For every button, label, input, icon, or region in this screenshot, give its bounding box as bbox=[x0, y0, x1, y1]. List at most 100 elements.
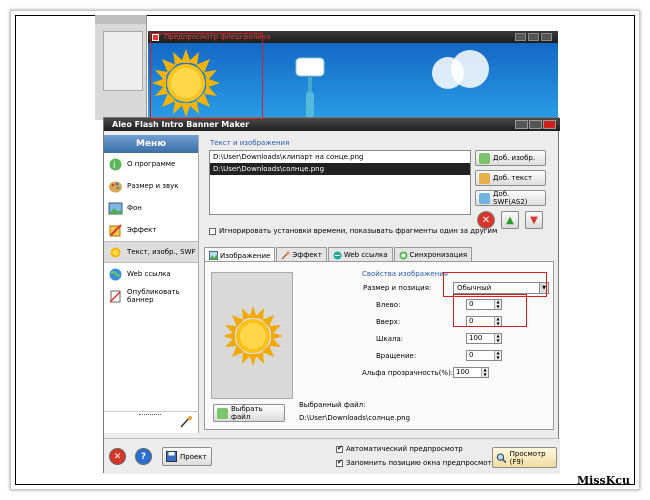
preview-cloud bbox=[451, 50, 489, 88]
exit-button[interactable]: ✕ bbox=[109, 448, 126, 465]
alpha-label: Альфа прозрачность(%): bbox=[362, 369, 454, 377]
sidebar-item-publish[interactable]: Опубликовать баннер bbox=[104, 285, 198, 307]
auto-preview-checkbox[interactable] bbox=[336, 444, 343, 453]
file-list[interactable]: D:\User\Downloads\клипарт на сонце.png D… bbox=[209, 150, 471, 215]
help-button[interactable]: ? bbox=[135, 448, 152, 465]
alpha-value: 100 bbox=[456, 368, 470, 376]
close-button[interactable] bbox=[543, 120, 556, 129]
watermark: MissKcu bbox=[577, 474, 630, 487]
selected-file-label: Выбранный файл: bbox=[299, 401, 366, 409]
ignore-time-checkbox[interactable] bbox=[209, 227, 216, 235]
spinner-arrows-icon[interactable]: ▲ ▼ bbox=[494, 333, 501, 343]
highlight-offset-fields bbox=[453, 294, 527, 327]
sidebar-item-size-sound[interactable]: Размер и звук bbox=[104, 175, 198, 197]
project-button[interactable]: Проект bbox=[162, 447, 212, 466]
preview-button[interactable]: Просмотр (F9) bbox=[492, 447, 557, 468]
sidebar-item-text-image-swf[interactable]: Текст, изобр., SWF bbox=[104, 241, 198, 263]
sidebar-item-label: Опубликовать баннер bbox=[127, 288, 180, 304]
tab-label: Изображение bbox=[220, 251, 271, 260]
left-label: Влево: bbox=[376, 301, 401, 309]
selected-file-path: D:\User\Downloads\солнце.png bbox=[299, 414, 411, 422]
tab-label: Web ссылка bbox=[343, 251, 388, 259]
ignore-time-label: Игнорировать установки времени, показыва… bbox=[219, 227, 498, 235]
effect-icon bbox=[109, 223, 122, 236]
sidebar-footer bbox=[104, 411, 199, 433]
link-icon bbox=[333, 251, 342, 259]
close-icon: ✕ bbox=[113, 451, 122, 462]
about-icon: i bbox=[109, 158, 122, 171]
sidebar-header: Меню bbox=[104, 135, 198, 153]
image-thumbnail-box bbox=[211, 272, 293, 399]
file-list-item[interactable]: D:\User\Downloads\клипарт на сонце.png bbox=[210, 151, 470, 163]
file-list-item-selected[interactable]: D:\User\Downloads\солнце.png bbox=[210, 163, 470, 175]
minimize-button[interactable] bbox=[515, 33, 526, 41]
property-tabs: Изображение Эффект Web ссылка Синхрониза… bbox=[204, 247, 473, 263]
brush-icon bbox=[281, 251, 290, 260]
add-text-label: Доб. текст bbox=[493, 174, 533, 182]
magnifier-icon bbox=[496, 452, 507, 463]
remember-position-row[interactable]: Запомнить позицию окна предпросмотра bbox=[336, 458, 501, 467]
app-window-controls bbox=[515, 120, 556, 129]
maximize-button[interactable] bbox=[529, 120, 542, 129]
auto-preview-row[interactable]: Автоматический предпросмотр bbox=[336, 444, 463, 453]
close-button[interactable] bbox=[541, 33, 552, 41]
save-icon bbox=[166, 451, 177, 462]
arrow-up-icon: ▲ bbox=[506, 214, 514, 226]
move-up-button[interactable]: ▲ bbox=[501, 211, 519, 229]
sidebar-item-label: Текст, изобр., SWF bbox=[127, 248, 196, 256]
project-label: Проект bbox=[180, 452, 207, 461]
scale-label: Шкала: bbox=[376, 335, 404, 343]
sidebar-item-label: О программе bbox=[127, 160, 176, 168]
rotation-label: Вращение: bbox=[376, 352, 417, 360]
preview-label: Просмотр (F9) bbox=[509, 449, 546, 466]
sidebar-item-label: Эффект bbox=[127, 226, 157, 234]
spinner-arrows-icon[interactable]: ▲ ▼ bbox=[481, 367, 488, 377]
add-swf-label: Доб. SWF(AS2) bbox=[493, 190, 528, 206]
image-props-group-label: Свойства изображения bbox=[362, 270, 448, 278]
add-text-button[interactable]: Доб. текст bbox=[475, 170, 546, 186]
background-window-titlebar bbox=[95, 15, 146, 24]
paint-roller-icon bbox=[295, 57, 325, 118]
tab-label: Эффект bbox=[292, 251, 322, 259]
app-titlebar[interactable]: Aleo Flash Intro Banner Maker bbox=[104, 118, 560, 131]
publish-icon bbox=[109, 290, 121, 303]
sidebar-item-label: Размер и звук bbox=[127, 182, 179, 190]
sync-icon bbox=[399, 251, 408, 259]
move-down-button[interactable]: ▼ bbox=[525, 211, 543, 229]
background-image-icon bbox=[108, 202, 123, 214]
add-image-button[interactable]: Доб. изобр. bbox=[475, 150, 546, 166]
sidebar-item-about[interactable]: i О программе bbox=[104, 153, 198, 175]
alpha-spinner[interactable]: 100 ▲ ▼ bbox=[453, 367, 489, 378]
sidebar-item-web-link[interactable]: Web ссылка bbox=[104, 263, 198, 285]
image-tab-icon bbox=[209, 251, 218, 260]
auto-preview-label: Автоматический предпросмотр bbox=[346, 445, 463, 453]
background-window-pane bbox=[103, 31, 143, 91]
remember-position-label: Запомнить позицию окна предпросмотра bbox=[346, 459, 501, 467]
rotation-value: 0 bbox=[469, 351, 474, 359]
rotation-spinner[interactable]: 0 ▲ ▼ bbox=[466, 350, 502, 361]
choose-file-button[interactable]: Выбрать файл bbox=[213, 404, 285, 422]
tab-effect[interactable]: Эффект bbox=[276, 247, 327, 262]
tab-sync[interactable]: Синхронизация bbox=[393, 247, 473, 262]
add-swf-icon bbox=[479, 192, 490, 204]
delete-icon: ✕ bbox=[481, 214, 491, 226]
tab-web-link[interactable]: Web ссылка bbox=[327, 247, 393, 262]
sidebar-item-label: Фон bbox=[127, 204, 142, 212]
sidebar-item-background[interactable]: Фон bbox=[104, 197, 198, 219]
spinner-arrows-icon[interactable]: ▲ ▼ bbox=[494, 350, 501, 360]
ignore-time-checkbox-row[interactable]: Игнорировать установки времени, показыва… bbox=[209, 227, 497, 235]
sidebar-item-effect[interactable]: Эффект bbox=[104, 219, 198, 241]
tab-label: Синхронизация bbox=[409, 251, 468, 259]
sidebar-splitter[interactable] bbox=[139, 414, 161, 416]
minimize-button[interactable] bbox=[515, 120, 528, 129]
globe-icon bbox=[109, 268, 122, 280]
scale-spinner[interactable]: 100 ▲ ▼ bbox=[466, 333, 502, 344]
maximize-button[interactable] bbox=[528, 33, 539, 41]
app-title: Aleo Flash Intro Banner Maker bbox=[112, 120, 250, 129]
brush-icon[interactable] bbox=[179, 415, 193, 429]
remember-position-checkbox[interactable] bbox=[336, 458, 343, 467]
add-swf-button[interactable]: Доб. SWF(AS2) bbox=[475, 190, 546, 206]
choose-file-label: Выбрать файл bbox=[231, 405, 263, 421]
background-window bbox=[95, 15, 147, 120]
texts-images-group-label: Текст и изображения bbox=[210, 139, 290, 147]
